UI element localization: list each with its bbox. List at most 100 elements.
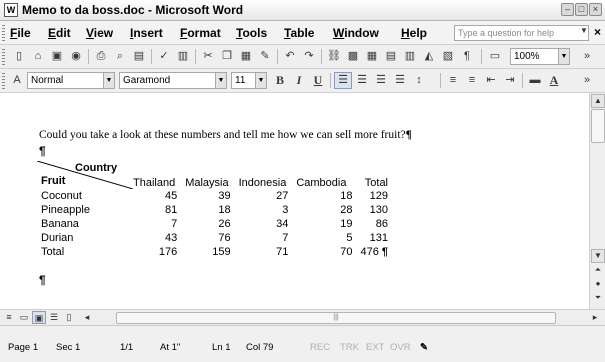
cut-icon[interactable]: ✂ — [199, 48, 217, 65]
toolbar-grip-handle[interactable] — [2, 49, 5, 65]
reading-layout-icon[interactable]: ▭ — [486, 48, 504, 65]
styles-formatting-icon[interactable]: A — [8, 72, 26, 89]
drawing-icon[interactable]: ◭ — [420, 48, 438, 65]
help-question-input[interactable]: Type a question for help — [454, 25, 589, 41]
table-cell[interactable]: 76 — [181, 231, 234, 245]
highlight-icon[interactable]: ▬ — [526, 72, 544, 89]
table-cell[interactable]: 26 — [181, 217, 234, 231]
permission-icon[interactable]: ◉ — [67, 48, 85, 65]
menu-edit[interactable]: Edit — [48, 26, 71, 40]
status-ext[interactable]: EXT — [366, 342, 384, 353]
zoom-combobox[interactable]: 100% ▼ — [510, 48, 570, 65]
menu-window[interactable]: Window — [333, 26, 379, 40]
increase-indent-icon[interactable]: ⇥ — [501, 72, 519, 89]
menu-tools[interactable]: Tools — [236, 26, 267, 40]
table-cell[interactable]: 476 ¶ — [356, 245, 392, 259]
table-cell[interactable]: 28 — [292, 203, 356, 217]
scroll-left-icon[interactable]: ◂ — [80, 311, 94, 324]
underline-icon[interactable]: U — [309, 72, 327, 89]
table-cell[interactable]: 130 — [356, 203, 392, 217]
row-label-cell[interactable]: Coconut — [37, 189, 129, 203]
table-cell[interactable]: 39 — [181, 189, 234, 203]
status-ovr[interactable]: OVR — [390, 342, 411, 353]
table-cell[interactable]: 70 — [292, 245, 356, 259]
show-hide-icon[interactable]: ¶ — [458, 48, 476, 65]
save-icon[interactable]: ▣ — [48, 48, 66, 65]
print-layout-view-icon[interactable]: ▣ — [32, 311, 46, 324]
maximize-button[interactable]: □ — [575, 3, 588, 16]
table-header-cell[interactable]: Thailand — [129, 161, 181, 189]
bullets-icon[interactable]: ≡ — [463, 72, 481, 89]
table-header-cell[interactable]: Cambodia — [292, 161, 356, 189]
table-cell[interactable]: 5 — [292, 231, 356, 245]
table-cell[interactable]: 71 — [235, 245, 293, 259]
fruit-sales-table[interactable]: Country Fruit Thailand Malaysia Indonesi… — [37, 161, 392, 259]
status-rec[interactable]: REC — [310, 342, 330, 353]
menu-view[interactable]: View — [86, 26, 113, 40]
table-cell[interactable]: 159 — [181, 245, 234, 259]
style-combobox[interactable]: Normal ▼ — [27, 72, 115, 89]
line-spacing-icon[interactable]: ↕ — [410, 72, 428, 89]
document-map-icon[interactable]: ▧ — [439, 48, 457, 65]
table-header-cell[interactable]: Total — [356, 161, 392, 189]
toolbar-options-icon[interactable]: » — [578, 48, 596, 65]
table-cell[interactable]: 86 — [356, 217, 392, 231]
table-cell[interactable]: 19 — [292, 217, 356, 231]
spelling-status-icon[interactable]: ✎ — [420, 342, 428, 353]
table-header-cell[interactable]: Indonesia — [235, 161, 293, 189]
next-page-icon[interactable]: ⏷ — [591, 292, 605, 306]
chevron-down-icon[interactable]: ▼ — [215, 73, 226, 88]
print-preview-icon[interactable]: ⌕ — [111, 48, 129, 65]
vertical-scroll-thumb[interactable] — [591, 109, 605, 143]
previous-page-icon[interactable]: ⏶ — [591, 264, 605, 278]
font-combobox[interactable]: Garamond ▼ — [119, 72, 227, 89]
status-trk[interactable]: TRK — [340, 342, 359, 353]
tables-borders-icon[interactable]: ▩ — [344, 48, 362, 65]
italic-icon[interactable]: I — [290, 72, 308, 89]
chevron-down-icon[interactable]: ▼ — [255, 73, 266, 88]
table-cell[interactable]: 45 — [129, 189, 181, 203]
table-cell[interactable]: 81 — [129, 203, 181, 217]
outline-view-icon[interactable]: ☰ — [47, 311, 61, 324]
numbering-icon[interactable]: ≡ — [444, 72, 462, 89]
new-document-icon[interactable]: ▯ — [10, 48, 28, 65]
table-cell[interactable]: 7 — [235, 231, 293, 245]
menu-format[interactable]: Format — [180, 26, 221, 40]
reading-layout-view-icon[interactable]: ▯ — [62, 311, 76, 324]
table-cell[interactable]: 27 — [235, 189, 293, 203]
web-layout-view-icon[interactable]: ▭ — [17, 311, 31, 324]
font-size-combobox[interactable]: 11 ▼ — [231, 72, 267, 89]
align-center-icon[interactable]: ☰ — [353, 72, 371, 89]
align-right-icon[interactable]: ☰ — [372, 72, 390, 89]
align-left-icon[interactable]: ☰ — [334, 72, 352, 89]
toolbar-options-icon[interactable]: » — [578, 72, 596, 89]
normal-view-icon[interactable]: ≡ — [2, 311, 16, 324]
menu-help[interactable]: Help — [401, 26, 427, 40]
horizontal-scroll-thumb[interactable]: ||| — [116, 312, 556, 324]
row-label-cell[interactable]: Pineapple — [37, 203, 129, 217]
table-cell[interactable]: 18 — [292, 189, 356, 203]
table-cell[interactable]: 176 — [129, 245, 181, 259]
print-icon[interactable]: ⎙ — [92, 48, 110, 65]
research-icon[interactable]: ▤ — [130, 48, 148, 65]
scroll-down-icon[interactable]: ▼ — [591, 249, 605, 263]
scroll-up-icon[interactable]: ▲ — [591, 94, 605, 108]
columns-icon[interactable]: ▥ — [401, 48, 419, 65]
help-dropdown-arrow-icon[interactable]: ▼ — [580, 26, 588, 35]
menu-file[interactable]: File — [10, 26, 31, 40]
table-cell[interactable]: 34 — [235, 217, 293, 231]
table-cell[interactable]: 18 — [181, 203, 234, 217]
word-app-icon[interactable]: W — [4, 3, 18, 17]
insert-table-icon[interactable]: ▦ — [363, 48, 381, 65]
research-book-icon[interactable]: ▥ — [174, 48, 192, 65]
table-cell[interactable]: 3 — [235, 203, 293, 217]
open-folder-icon[interactable]: ⌂ — [29, 48, 47, 65]
row-label-cell[interactable]: Durian — [37, 231, 129, 245]
minimize-button[interactable]: – — [561, 3, 574, 16]
menu-table[interactable]: Table — [284, 26, 314, 40]
toolbar-grip-handle[interactable] — [2, 73, 5, 89]
document-close-icon[interactable]: × — [594, 25, 601, 39]
chevron-down-icon[interactable]: ▼ — [103, 73, 114, 88]
select-browse-object-icon[interactable]: ● — [591, 278, 605, 292]
row-label-cell[interactable]: Total — [37, 245, 129, 259]
